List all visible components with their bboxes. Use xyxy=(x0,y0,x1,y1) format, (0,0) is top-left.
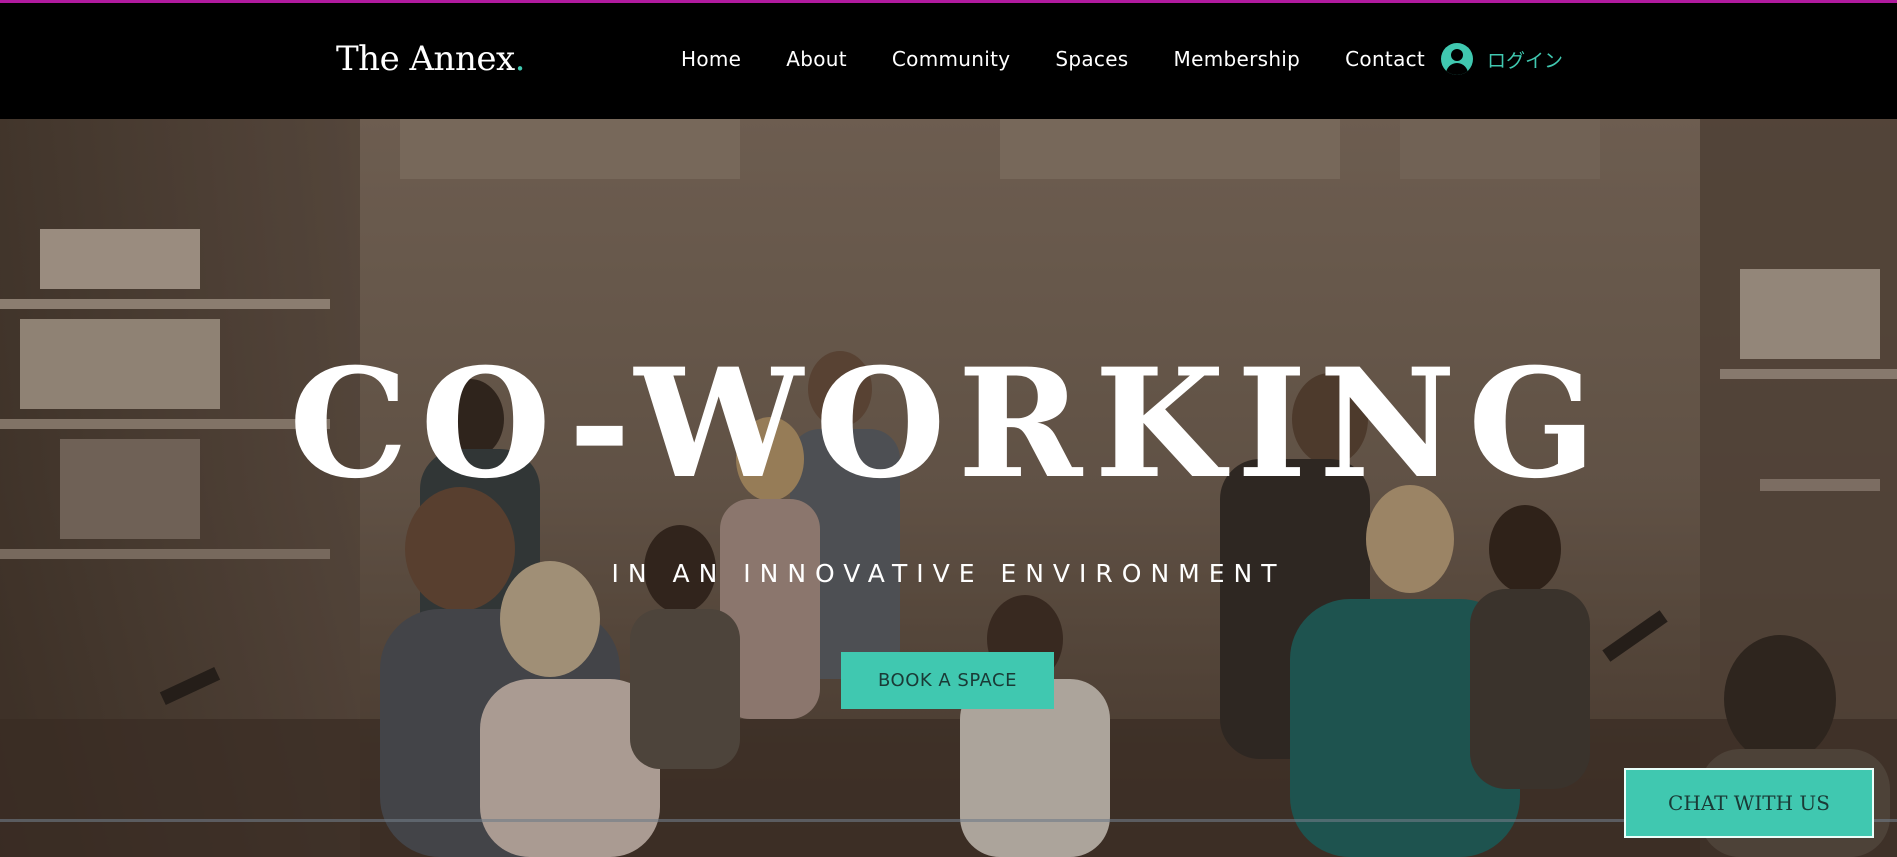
hero-headline: CO-WORKING xyxy=(288,336,1609,512)
login-button[interactable]: ログイン xyxy=(1441,43,1563,75)
login-label: ログイン xyxy=(1487,49,1564,72)
site-logo[interactable]: The Annex. xyxy=(336,39,525,79)
nav-contact[interactable]: Contact xyxy=(1345,47,1425,71)
site-header: The Annex. Home About Community Spaces M… xyxy=(0,3,1897,119)
nav-spaces[interactable]: Spaces xyxy=(1055,47,1128,71)
nav-community[interactable]: Community xyxy=(892,47,1010,71)
hero-section: CO-WORKING IN AN INNOVATIVE ENVIRONMENT … xyxy=(0,119,1897,857)
user-avatar-icon xyxy=(1441,43,1473,75)
logo-text: The Annex xyxy=(336,39,515,79)
book-a-space-button[interactable]: BOOK A SPACE xyxy=(841,652,1054,709)
nav-about[interactable]: About xyxy=(786,47,847,71)
hero-subheadline: IN AN INNOVATIVE ENVIRONMENT xyxy=(611,559,1286,588)
main-nav: Home About Community Spaces Membership C… xyxy=(681,47,1425,71)
nav-home[interactable]: Home xyxy=(681,47,741,71)
logo-dot: . xyxy=(514,39,526,79)
nav-membership[interactable]: Membership xyxy=(1174,47,1301,71)
chat-with-us-button[interactable]: CHAT WITH US xyxy=(1624,768,1874,838)
